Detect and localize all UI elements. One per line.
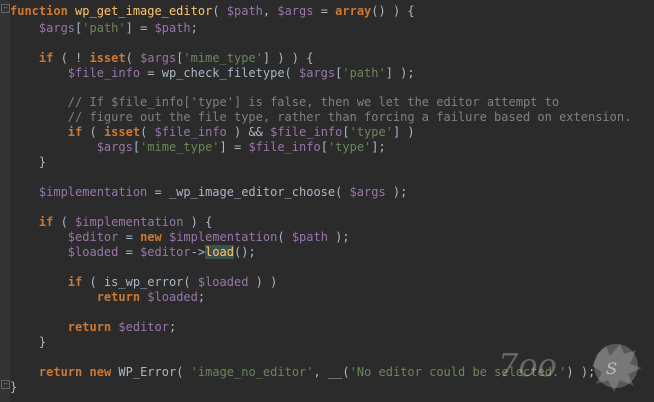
comment-line-1: // If $file_info['type'] is false, then … [67,95,560,109]
comment-line-2: // figure out the file type, rather than… [67,110,632,124]
code-line-13: $loaded = $editor->load(); [67,245,256,259]
watermark-logo: 7oo s [498,344,642,392]
fold-end-icon[interactable]: − [1,380,10,389]
code-line-12: $editor = new $implementation( $path ); [67,230,350,244]
code-line-8: $args['mime_type'] = $file_info['type']; [96,140,386,154]
code-editor[interactable]: − − function wp_get_image_editor( $path,… [0,0,654,402]
editor-gutter [0,0,10,402]
code-line-14: if ( is_wp_error( $loaded ) ) [67,275,278,289]
code-line-10: $implementation = _wp_image_editor_choos… [38,185,408,199]
fold-toggle-icon[interactable]: − [1,4,10,13]
code-line-17: } [38,335,47,349]
code-line-4: $file_info = wp_check_filetype( $args['p… [67,66,415,80]
svg-text:7oo: 7oo [498,346,557,384]
code-line-3: if ( ! isset( $args['mime_type'] ) ) { [38,51,314,65]
code-line-19: } [10,380,18,394]
code-line-11: if ( $implementation ) { [38,215,213,229]
code-line-1: function wp_get_image_editor( $path, $ar… [10,4,415,18]
code-line-7: if ( isset( $file_info ) && $file_info['… [67,125,415,139]
code-line-2: $args['path'] = $path; [38,21,198,35]
code-line-16: return $editor; [67,320,177,334]
code-line-15: return $loaded; [96,290,206,304]
code-line-9: } [38,155,47,169]
svg-text:s: s [606,355,617,380]
